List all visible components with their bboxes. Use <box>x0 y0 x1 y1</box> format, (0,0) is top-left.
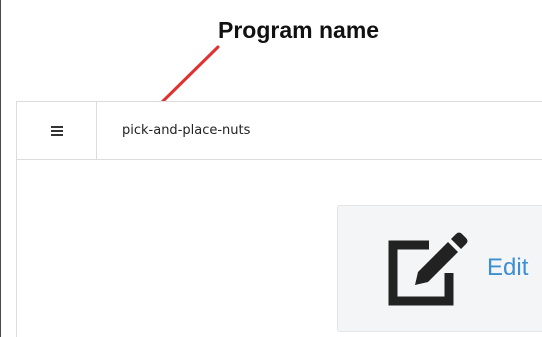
edit-label: Edit <box>487 254 528 282</box>
content-divider <box>16 160 17 337</box>
annotation-label: Program name <box>218 17 379 44</box>
hamburger-menu-icon <box>51 126 63 136</box>
edit-icon <box>385 231 469 309</box>
menu-button[interactable] <box>17 102 97 159</box>
app-header: pick-and-place-nuts <box>16 101 542 160</box>
screenshot-frame-edge <box>0 0 1 337</box>
program-name: pick-and-place-nuts <box>122 123 250 138</box>
edit-program-card[interactable]: Edit <box>337 205 542 332</box>
